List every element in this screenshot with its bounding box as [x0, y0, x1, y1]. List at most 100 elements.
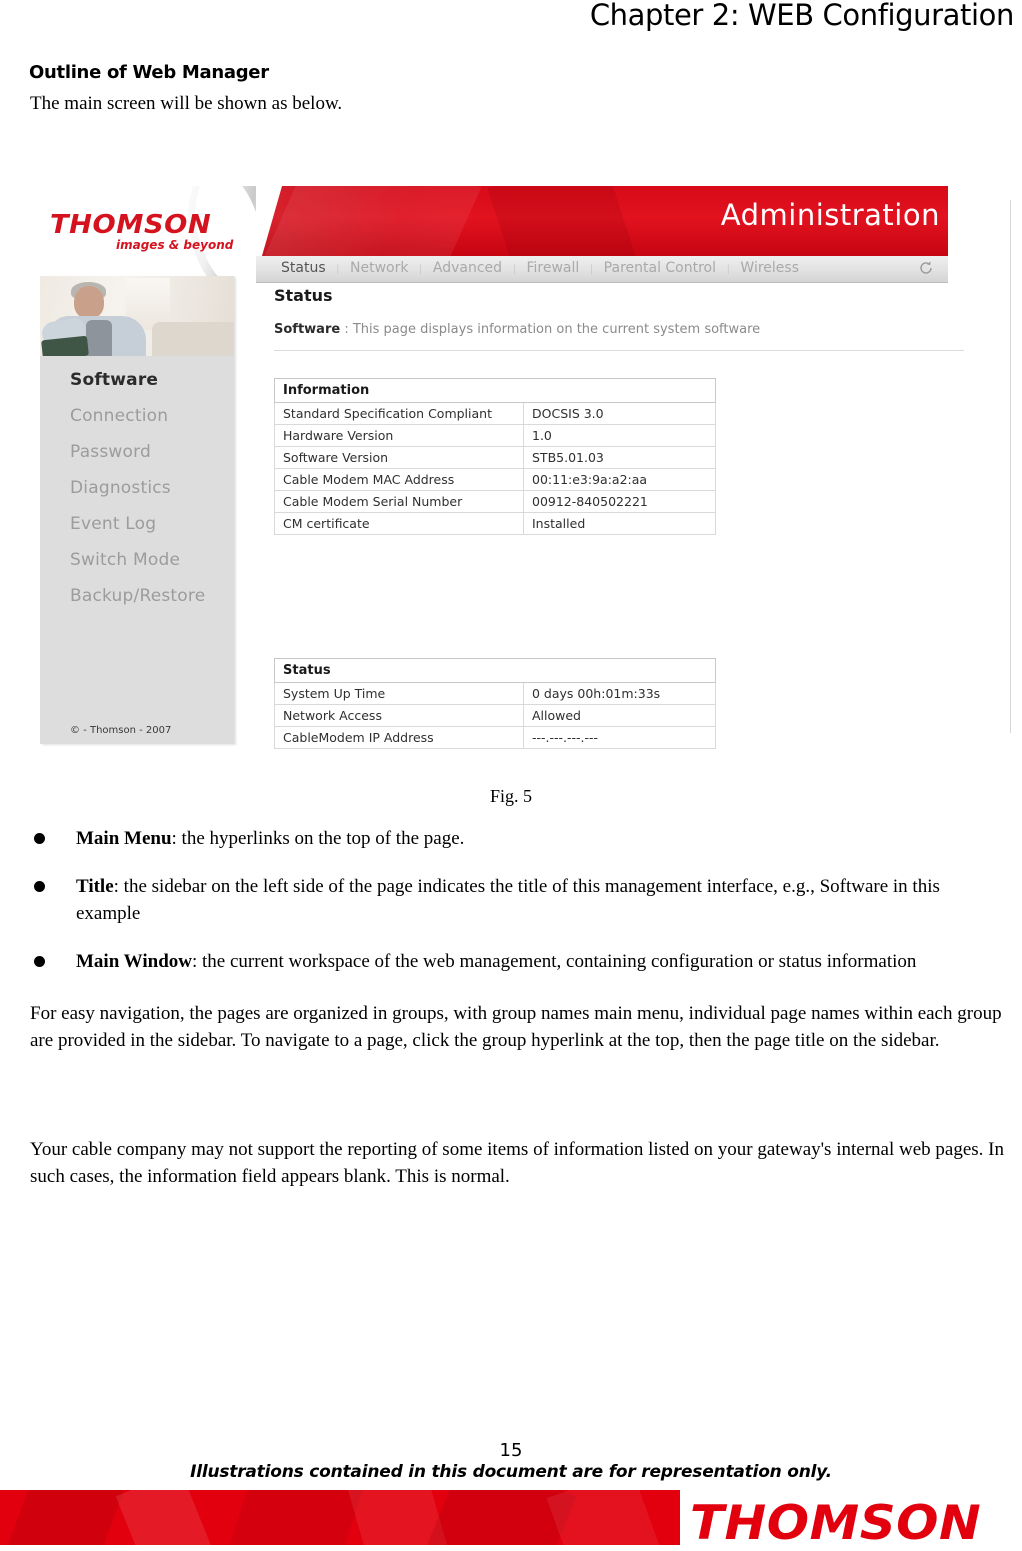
thomson-logo: THOMSON images & beyond — [24, 186, 256, 276]
information-table: Information Standard Specification Compl… — [274, 378, 716, 535]
page-description-label: Software — [274, 322, 341, 337]
row-value: DOCSIS 3.0 — [523, 402, 716, 425]
row-key: Network Access — [274, 704, 524, 727]
table-header-row: Information — [274, 378, 716, 403]
sidebar-photo — [40, 276, 234, 356]
sidebar-item-software[interactable]: Software — [40, 362, 234, 398]
table-row: CableModem IP Address ---.---.---.--- — [274, 726, 716, 749]
table-row: Cable Modem Serial Number 00912-84050222… — [274, 490, 716, 513]
table-row: Software Version STB5.01.03 — [274, 446, 716, 469]
footer-decor-shape — [225, 1490, 365, 1545]
table-row: Hardware Version 1.0 — [274, 424, 716, 447]
row-key: Software Version — [274, 446, 524, 469]
nav-item-parental-control[interactable]: Parental Control — [593, 260, 727, 276]
nav-item-wireless[interactable]: Wireless — [729, 260, 810, 276]
row-key: Hardware Version — [274, 424, 524, 447]
page-number: 15 — [499, 1440, 523, 1461]
row-key: System Up Time — [274, 682, 524, 705]
row-value: 1.0 — [523, 424, 716, 447]
main-menu-bar: Status | Network | Advanced | Firewall |… — [256, 256, 948, 283]
body-paragraph-2: Your cable company may not support the r… — [30, 1139, 1004, 1188]
bullet-item-main-menu: Main Menu: the hyperlinks on the top of … — [30, 826, 1005, 853]
sidebar-item-connection[interactable]: Connection — [40, 398, 234, 434]
sidebar-item-backup-restore[interactable]: Backup/Restore — [40, 578, 234, 614]
bullet-dot-icon — [34, 833, 45, 844]
bullet-list: Main Menu: the hyperlinks on the top of … — [30, 826, 1005, 997]
table-header-row: Status — [274, 658, 716, 683]
nav-item-network[interactable]: Network — [339, 260, 419, 276]
photo-sofa — [152, 322, 234, 356]
logo-wordmark: THOMSON — [50, 210, 212, 240]
row-value: STB5.01.03 — [523, 446, 716, 469]
bullet-term: Title — [76, 875, 114, 897]
footer-banner — [0, 1490, 680, 1545]
chapter-title: Chapter 2: WEB Configuration — [589, 0, 1015, 32]
admin-banner: Administration — [256, 186, 948, 256]
sidebar-menu: Software Connection Password Diagnostics… — [40, 362, 234, 614]
bullet-text: : the sidebar on the left side of the pa… — [76, 875, 940, 924]
row-key: CableModem IP Address — [274, 726, 524, 749]
sidebar-item-diagnostics[interactable]: Diagnostics — [40, 470, 234, 506]
main-menu-items: Status | Network | Advanced | Firewall |… — [270, 260, 810, 276]
row-value: Installed — [523, 512, 716, 535]
nav-item-firewall[interactable]: Firewall — [515, 260, 590, 276]
footer-decor-shape — [546, 1490, 664, 1545]
bullet-term: Main Window — [76, 950, 192, 972]
body-paragraph-1: For easy navigation, the pages are organ… — [30, 1003, 1002, 1052]
row-value: Allowed — [523, 704, 716, 727]
footer-decor-shape — [5, 1490, 125, 1545]
table-row: Network Access Allowed — [274, 704, 716, 727]
row-value: 00:11:e3:9a:a2:aa — [523, 468, 716, 491]
figure-screenshot: THOMSON images & beyond Administration S… — [24, 186, 1012, 749]
page-description: Software : This page displays informatio… — [274, 322, 760, 337]
figure-caption: Fig. 5 — [489, 786, 532, 806]
page-description-text: This page displays information on the cu… — [352, 322, 761, 337]
sidebar-item-event-log[interactable]: Event Log — [40, 506, 234, 542]
row-key: Cable Modem Serial Number — [274, 490, 524, 513]
sidebar-panel: Software Connection Password Diagnostics… — [40, 276, 234, 744]
status-table-header: Status — [274, 658, 716, 683]
table-row: Cable Modem MAC Address 00:11:e3:9a:a2:a… — [274, 468, 716, 491]
intro-paragraph: The main screen will be shown as below. — [30, 93, 343, 114]
page-title: Status — [274, 286, 333, 305]
status-table: Status System Up Time 0 days 00h:01m:33s… — [274, 658, 716, 749]
sidebar-copyright: © - Thomson - 2007 — [70, 725, 172, 736]
sidebar-item-switch-mode[interactable]: Switch Mode — [40, 542, 234, 578]
table-row: CM certificate Installed — [274, 512, 716, 535]
page-description-separator: : — [344, 322, 349, 337]
row-key: CM certificate — [274, 512, 524, 535]
footer-thomson-logo: THOMSON — [690, 1496, 982, 1551]
page-header: Chapter 2: WEB Configuration — [0, 0, 1022, 40]
bullet-item-main-window: Main Window: the current workspace of th… — [30, 949, 1005, 976]
photo-person-head — [74, 286, 104, 319]
content-divider — [274, 350, 964, 351]
logo-tagline: images & beyond — [116, 238, 234, 252]
row-key: Standard Specification Compliant — [274, 402, 524, 425]
photo-person-vest — [86, 320, 112, 356]
banner-decor-shape — [487, 186, 645, 256]
section-heading: Outline of Web Manager — [29, 62, 269, 83]
row-value: 00912-840502221 — [523, 490, 716, 513]
row-value: 0 days 00h:01m:33s — [523, 682, 716, 705]
row-key: Cable Modem MAC Address — [274, 468, 524, 491]
table-row: Standard Specification Compliant DOCSIS … — [274, 402, 716, 425]
bullet-text: : the hyperlinks on the top of the page. — [171, 828, 465, 849]
bullet-text: : the current workspace of the web manag… — [191, 950, 917, 972]
footer-note: Illustrations contained in this document… — [190, 1462, 832, 1482]
row-value: ---.---.---.--- — [523, 726, 716, 749]
sidebar-item-password[interactable]: Password — [40, 434, 234, 470]
banner-title: Administration — [720, 198, 940, 232]
information-table-header: Information — [274, 378, 716, 403]
footer-decor-shape — [115, 1490, 215, 1545]
nav-item-status[interactable]: Status — [270, 260, 337, 276]
refresh-icon[interactable] — [918, 260, 934, 276]
browser-right-edge — [1010, 200, 1011, 733]
bullet-dot-icon — [34, 955, 45, 967]
table-row: System Up Time 0 days 00h:01m:33s — [274, 682, 716, 705]
banner-decor-shape — [260, 186, 482, 256]
nav-item-advanced[interactable]: Advanced — [422, 260, 513, 276]
bullet-dot-icon — [34, 880, 45, 892]
photo-laptop — [41, 335, 89, 356]
bullet-term: Main Menu — [76, 828, 172, 849]
bullet-item-title: Title: the sidebar on the left side of t… — [30, 874, 1005, 928]
